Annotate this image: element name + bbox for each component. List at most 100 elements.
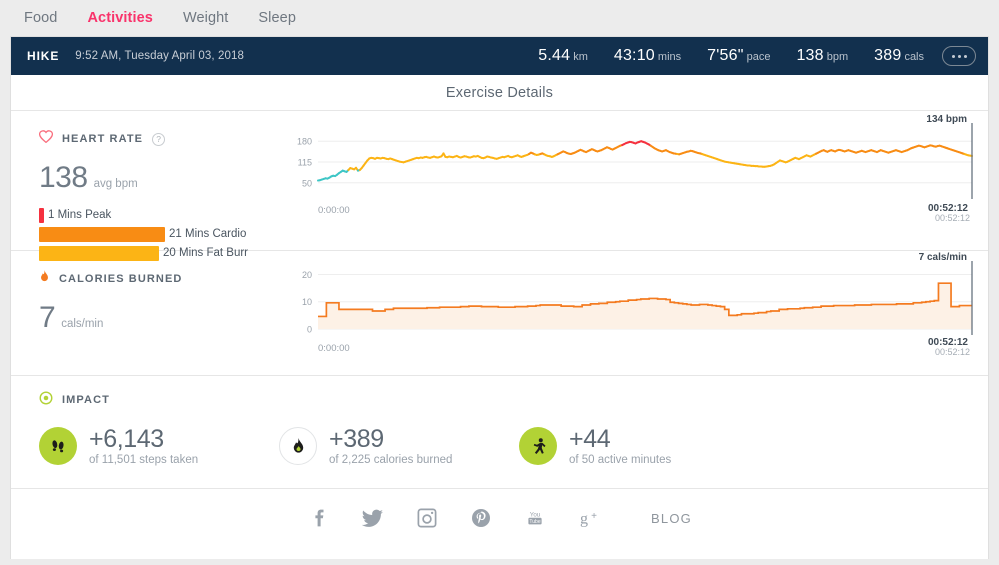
heart-rate-summary: HEART RATE ? 138 avg bpm 1 Mins Peak 21 … bbox=[11, 111, 282, 261]
stat-pace-unit: pace bbox=[746, 51, 771, 63]
heart-rate-section: HEART RATE ? 138 avg bpm 1 Mins Peak 21 … bbox=[11, 111, 988, 261]
stat-distance-value: 5.44 bbox=[538, 47, 571, 64]
blog-link[interactable]: BLOG bbox=[651, 511, 692, 526]
stat-calories: 389 cals bbox=[874, 47, 924, 65]
svg-text:0:00:00: 0:00:00 bbox=[318, 205, 350, 216]
dot-icon bbox=[951, 54, 955, 58]
svg-text:180: 180 bbox=[297, 137, 312, 147]
exercise-header-bar: HIKE 9:52 AM, Tuesday April 03, 2018 5.4… bbox=[11, 37, 988, 75]
stat-pace-value: 7'56" bbox=[707, 47, 744, 64]
pinterest-icon[interactable] bbox=[469, 506, 493, 530]
svg-text:You: You bbox=[530, 512, 541, 519]
svg-text:20: 20 bbox=[302, 270, 312, 280]
footsteps-icon bbox=[39, 427, 77, 466]
svg-text:0:00:00: 0:00:00 bbox=[318, 343, 350, 354]
heart-rate-chart[interactable]: 18011550134 bpm0:00:00 00:52:1200:52:12 bbox=[282, 111, 988, 251]
instagram-icon[interactable] bbox=[415, 506, 439, 530]
nav-item-weight[interactable]: Weight bbox=[183, 10, 228, 26]
calories-burned-chart[interactable]: 201007 cals/min0:00:0000:52:1200:52:12 bbox=[282, 251, 988, 376]
dot-icon bbox=[963, 54, 967, 58]
activity-type-label: HIKE bbox=[27, 49, 60, 63]
stat-duration-unit: mins bbox=[657, 51, 682, 63]
svg-text:00:52:12: 00:52:12 bbox=[935, 347, 970, 357]
impact-items: +6,143 of 11,501 steps taken +389 of 2,2… bbox=[39, 426, 988, 466]
main-navigation: Food Activities Weight Sleep bbox=[0, 0, 999, 36]
stat-pace: 7'56" pace bbox=[707, 47, 770, 65]
heart-rate-avg-value: 138 bbox=[39, 161, 88, 194]
stat-heartrate-value: 138 bbox=[796, 47, 824, 64]
impact-steps-value: +6,143 bbox=[89, 425, 164, 453]
runner-icon bbox=[519, 427, 557, 466]
nav-item-activities[interactable]: Activities bbox=[87, 10, 152, 26]
flame-icon bbox=[39, 269, 50, 289]
page-title: Exercise Details bbox=[445, 84, 554, 101]
stat-duration: 43:10 mins bbox=[614, 47, 681, 65]
stat-heartrate: 138 bpm bbox=[796, 47, 848, 65]
calories-chart-area[interactable]: 20 10 0 7 cals/min 0:00:00 00:52:12 00:52:12 bbox=[282, 251, 988, 375]
nav-item-sleep[interactable]: Sleep bbox=[258, 10, 296, 26]
svg-text:+: + bbox=[591, 511, 597, 522]
heart-rate-header: HEART RATE ? bbox=[38, 130, 282, 148]
flame-icon bbox=[279, 427, 317, 466]
more-options-button[interactable] bbox=[942, 46, 976, 66]
impact-calories-detail: of 2,225 calories burned bbox=[329, 454, 453, 467]
zone-cardio-bar bbox=[39, 226, 165, 242]
stat-distance: 5.44 km bbox=[538, 47, 588, 65]
impact-steps-detail: of 11,501 steps taken bbox=[89, 454, 199, 467]
exercise-details-page: Food Activities Weight Sleep HIKE 9:52 A… bbox=[0, 0, 999, 565]
heart-rate-chart-area[interactable]: 180 115 50 134 bpm 0:00:00 00:52:12 00:52:12 bbox=[282, 111, 988, 250]
impact-item-calories: +389 of 2,225 calories burned bbox=[279, 426, 519, 466]
calories-header: CALORIES BURNED bbox=[39, 269, 282, 289]
impact-active-minutes-value: +44 bbox=[569, 425, 611, 453]
calories-summary: CALORIES BURNED 7 cals/min bbox=[11, 251, 282, 375]
heart-rate-label: HEART RATE bbox=[62, 133, 144, 145]
impact-active-minutes-detail: of 50 active minutes bbox=[569, 454, 672, 467]
calories-rate: 7 cals/min bbox=[39, 301, 282, 335]
svg-text:g: g bbox=[580, 511, 588, 528]
svg-text:Tube: Tube bbox=[529, 519, 540, 525]
calories-rate-value: 7 bbox=[39, 301, 56, 334]
svg-text:50: 50 bbox=[302, 178, 312, 188]
stat-distance-unit: km bbox=[573, 51, 588, 63]
impact-calories-text: +389 of 2,225 calories burned bbox=[329, 425, 453, 467]
zone-peak[interactable]: 1 Mins Peak bbox=[39, 207, 282, 223]
help-icon[interactable]: ? bbox=[152, 132, 166, 146]
heart-rate-average: 138 avg bpm bbox=[39, 161, 282, 195]
youtube-icon[interactable]: You Tube bbox=[523, 506, 547, 530]
page-title-row: Exercise Details bbox=[11, 75, 988, 111]
dot-icon bbox=[957, 54, 961, 58]
impact-header: IMPACT bbox=[39, 391, 988, 410]
svg-text:7 cals/min: 7 cals/min bbox=[919, 252, 967, 263]
heart-icon bbox=[38, 130, 54, 148]
stat-duration-value: 43:10 bbox=[613, 47, 655, 64]
impact-item-steps: +6,143 of 11,501 steps taken bbox=[39, 426, 279, 466]
googleplus-icon[interactable]: g + bbox=[577, 506, 601, 530]
svg-text:0: 0 bbox=[307, 325, 312, 335]
activity-datetime: 9:52 AM, Tuesday April 03, 2018 bbox=[75, 50, 244, 62]
stat-calories-unit: cals bbox=[904, 51, 924, 63]
summary-stats: 5.44 km 43:10 mins 7'56" pace 138 bpm 389 cal… bbox=[538, 47, 924, 65]
impact-item-active-minutes: +44 of 50 active minutes bbox=[519, 426, 671, 466]
stat-calories-value: 389 bbox=[874, 47, 902, 64]
facebook-icon[interactable] bbox=[307, 506, 331, 530]
svg-text:115: 115 bbox=[298, 158, 312, 168]
nav-item-food[interactable]: Food bbox=[24, 10, 57, 26]
target-icon bbox=[39, 391, 53, 410]
impact-label: IMPACT bbox=[62, 394, 110, 406]
zone-peak-bar bbox=[39, 207, 44, 223]
impact-calories-value: +389 bbox=[329, 425, 384, 453]
calories-section: CALORIES BURNED 7 cals/min 20 10 0 7 cals/m… bbox=[11, 251, 988, 376]
stat-heartrate-unit: bpm bbox=[826, 51, 849, 63]
zone-peak-label: 1 Mins Peak bbox=[48, 209, 112, 221]
calories-rate-unit: cals/min bbox=[61, 318, 104, 330]
svg-text:00:52:12: 00:52:12 bbox=[935, 213, 970, 223]
impact-steps-text: +6,143 of 11,501 steps taken bbox=[89, 425, 199, 467]
calories-label: CALORIES BURNED bbox=[59, 273, 183, 285]
zone-cardio-label: 21 Mins Cardio bbox=[169, 228, 247, 240]
svg-text:134 bpm: 134 bpm bbox=[926, 114, 967, 125]
social-footer: You Tube g + BLOG bbox=[11, 489, 988, 547]
impact-section: IMPACT +6,143 of 11,501 steps taken +389… bbox=[11, 376, 988, 490]
heart-rate-avg-unit: avg bpm bbox=[93, 178, 138, 190]
zone-cardio[interactable]: 21 Mins Cardio bbox=[39, 226, 282, 242]
twitter-icon[interactable] bbox=[361, 506, 385, 530]
